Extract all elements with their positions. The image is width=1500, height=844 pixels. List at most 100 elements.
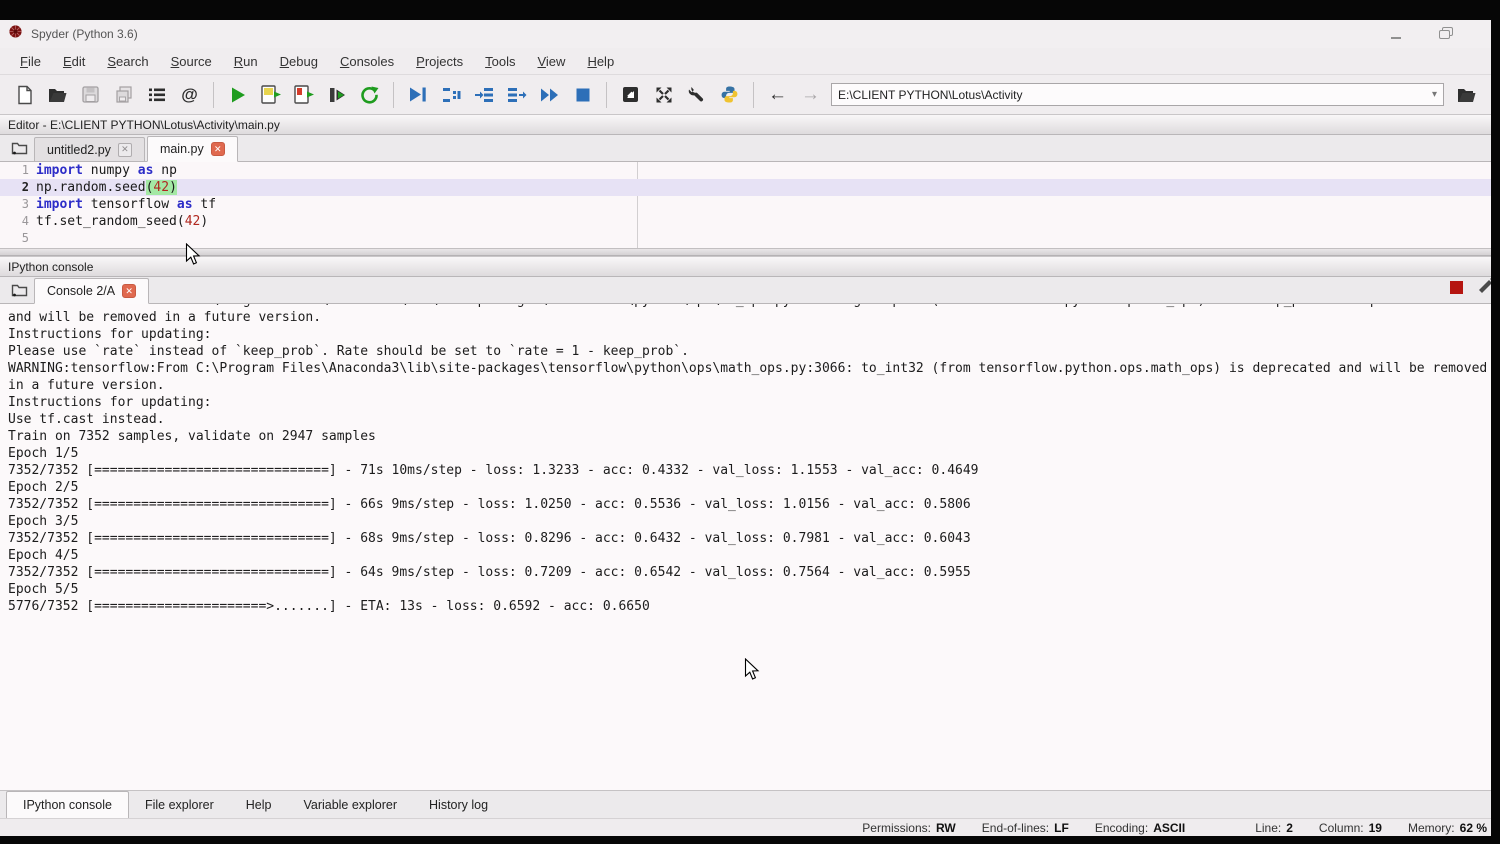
run-cell-advance-button[interactable]: [287, 80, 320, 110]
python-path-button[interactable]: [713, 80, 746, 110]
status-encoding: Encoding:ASCII: [1095, 821, 1185, 835]
menu-tools[interactable]: Tools: [475, 51, 525, 72]
status-permissions: Permissions:RW: [862, 821, 955, 835]
code-segment: ): [169, 180, 177, 195]
maximize-pane-button[interactable]: [614, 80, 647, 110]
toolbar-separator: [753, 82, 754, 108]
status-value: 62 %: [1460, 821, 1487, 835]
console-line: 7352/7352 [=============================…: [8, 462, 1491, 479]
toolbar-separator: [213, 82, 214, 108]
working-directory-value: E:\CLIENT PYTHON\Lotus\Activity: [838, 88, 1428, 102]
menu-file[interactable]: File: [10, 51, 51, 72]
status-label: Permissions:: [862, 821, 931, 835]
run-selection-button[interactable]: [320, 80, 353, 110]
console-pane-header: IPython console: [0, 256, 1491, 277]
menu-view[interactable]: View: [527, 51, 575, 72]
menu-run[interactable]: Run: [224, 51, 268, 72]
browse-tabs-button[interactable]: [4, 136, 34, 160]
restore-button[interactable]: [1433, 27, 1455, 42]
close-icon[interactable]: ✕: [122, 284, 136, 298]
status-label: Line:: [1255, 821, 1281, 835]
interrupt-kernel-icon[interactable]: [1450, 281, 1463, 294]
menu-search[interactable]: Search: [97, 51, 158, 72]
console-tabbar: Console 2/A ✕: [0, 277, 1491, 304]
code-text: tf.set_random_seed(42): [36, 213, 208, 230]
code-line-3[interactable]: 3import tensorflow as tf: [0, 196, 1491, 213]
code-line-1[interactable]: 1import numpy as np: [0, 162, 1491, 179]
bottom-tab-history-log[interactable]: History log: [413, 793, 504, 818]
back-button[interactable]: ←: [761, 80, 794, 110]
status-value: ASCII: [1153, 821, 1185, 835]
debug-step-into-button[interactable]: [467, 80, 500, 110]
window-title: Spyder (Python 3.6): [31, 27, 138, 41]
close-icon[interactable]: ✕: [118, 143, 132, 157]
pane-switcher-tabs: IPython consoleFile explorerHelpVariable…: [0, 790, 1491, 818]
rerun-cell-button[interactable]: [353, 80, 386, 110]
bottom-tab-ipython-console[interactable]: IPython console: [6, 791, 129, 818]
new-file-button[interactable]: [8, 80, 41, 110]
code-segment: import: [36, 163, 83, 178]
debug-step-return-button[interactable]: [500, 80, 533, 110]
status-memory: Memory: 62 %: [1408, 821, 1487, 835]
file-switcher-button[interactable]: [140, 80, 173, 110]
line-number: 4: [0, 213, 36, 230]
code-segment: np.random.seed: [36, 180, 146, 195]
code-segment: as: [177, 197, 193, 212]
console-tab-label: Console 2/A: [47, 284, 115, 298]
tab-label: main.py: [160, 142, 204, 156]
status-label: Memory:: [1408, 821, 1455, 835]
line-number: 1: [0, 162, 36, 179]
status-line: Line:2: [1255, 821, 1293, 835]
save-all-button[interactable]: [107, 80, 140, 110]
code-line-5[interactable]: 5: [0, 230, 1491, 247]
code-line-4[interactable]: 4tf.set_random_seed(42): [0, 213, 1491, 230]
debug-step-button[interactable]: [434, 80, 467, 110]
code-lines: 1import numpy as np2np.random.seed(42)3i…: [0, 162, 1491, 247]
spyder-window: Spyder (Python 3.6) FileEditSearchSource…: [0, 20, 1491, 836]
run-cell-button[interactable]: [254, 80, 287, 110]
run-file-button[interactable]: [221, 80, 254, 110]
preferences-wrench-button[interactable]: [680, 80, 713, 110]
debug-continue-button[interactable]: [533, 80, 566, 110]
console-output[interactable]: WARNING:tensorflow:From C:\Program Files…: [0, 304, 1491, 790]
console-line: WARNING:tensorflow:From C:\Program Files…: [8, 360, 1491, 377]
find-symbols-button[interactable]: @: [173, 80, 206, 110]
menu-help[interactable]: Help: [577, 51, 624, 72]
working-directory-combo[interactable]: E:\CLIENT PYTHON\Lotus\Activity ▾: [831, 83, 1444, 106]
fullscreen-button[interactable]: [647, 80, 680, 110]
code-line-2[interactable]: 2np.random.seed(42): [0, 179, 1491, 196]
status-value: 19: [1369, 821, 1382, 835]
bottom-tab-file-explorer[interactable]: File explorer: [129, 793, 230, 818]
menu-projects[interactable]: Projects: [406, 51, 473, 72]
console-options-icon[interactable]: [1477, 277, 1491, 298]
console-line: in a future version.: [8, 377, 1491, 394]
status-bar: Permissions:RWEnd-of-lines:LFEncoding:AS…: [0, 818, 1491, 836]
browse-directory-button[interactable]: [1450, 80, 1483, 110]
menu-source[interactable]: Source: [161, 51, 222, 72]
forward-button[interactable]: →: [794, 80, 827, 110]
menu-edit[interactable]: Edit: [53, 51, 95, 72]
close-icon[interactable]: ✕: [211, 142, 225, 156]
save-button[interactable]: [74, 80, 107, 110]
code-segment: import: [36, 197, 83, 212]
bottom-tab-help[interactable]: Help: [230, 793, 288, 818]
editor-tab-main.py[interactable]: main.py ✕: [147, 136, 238, 162]
debug-stop-button[interactable]: [566, 80, 599, 110]
menu-debug[interactable]: Debug: [270, 51, 328, 72]
bottom-tab-variable-explorer[interactable]: Variable explorer: [287, 793, 413, 818]
status-column: Column:19: [1319, 821, 1382, 835]
editor-tabbar: untitled2.py✕ main.py ✕: [0, 135, 1491, 162]
open-file-button[interactable]: [41, 80, 74, 110]
editor-tab-untitled2.py[interactable]: untitled2.py✕: [34, 137, 145, 161]
chevron-down-icon[interactable]: ▾: [1428, 89, 1437, 100]
horizontal-splitter[interactable]: [0, 248, 1491, 256]
code-segment: numpy: [83, 163, 138, 178]
console-tab[interactable]: Console 2/A ✕: [34, 278, 149, 304]
code-editor[interactable]: 1import numpy as np2np.random.seed(42)3i…: [0, 162, 1491, 248]
debug-file-button[interactable]: [401, 80, 434, 110]
minimize-button[interactable]: [1385, 27, 1407, 42]
code-segment: np: [153, 163, 176, 178]
code-text: np.random.seed(42): [36, 179, 177, 196]
menu-consoles[interactable]: Consoles: [330, 51, 404, 72]
browse-tabs-button[interactable]: [4, 278, 34, 302]
